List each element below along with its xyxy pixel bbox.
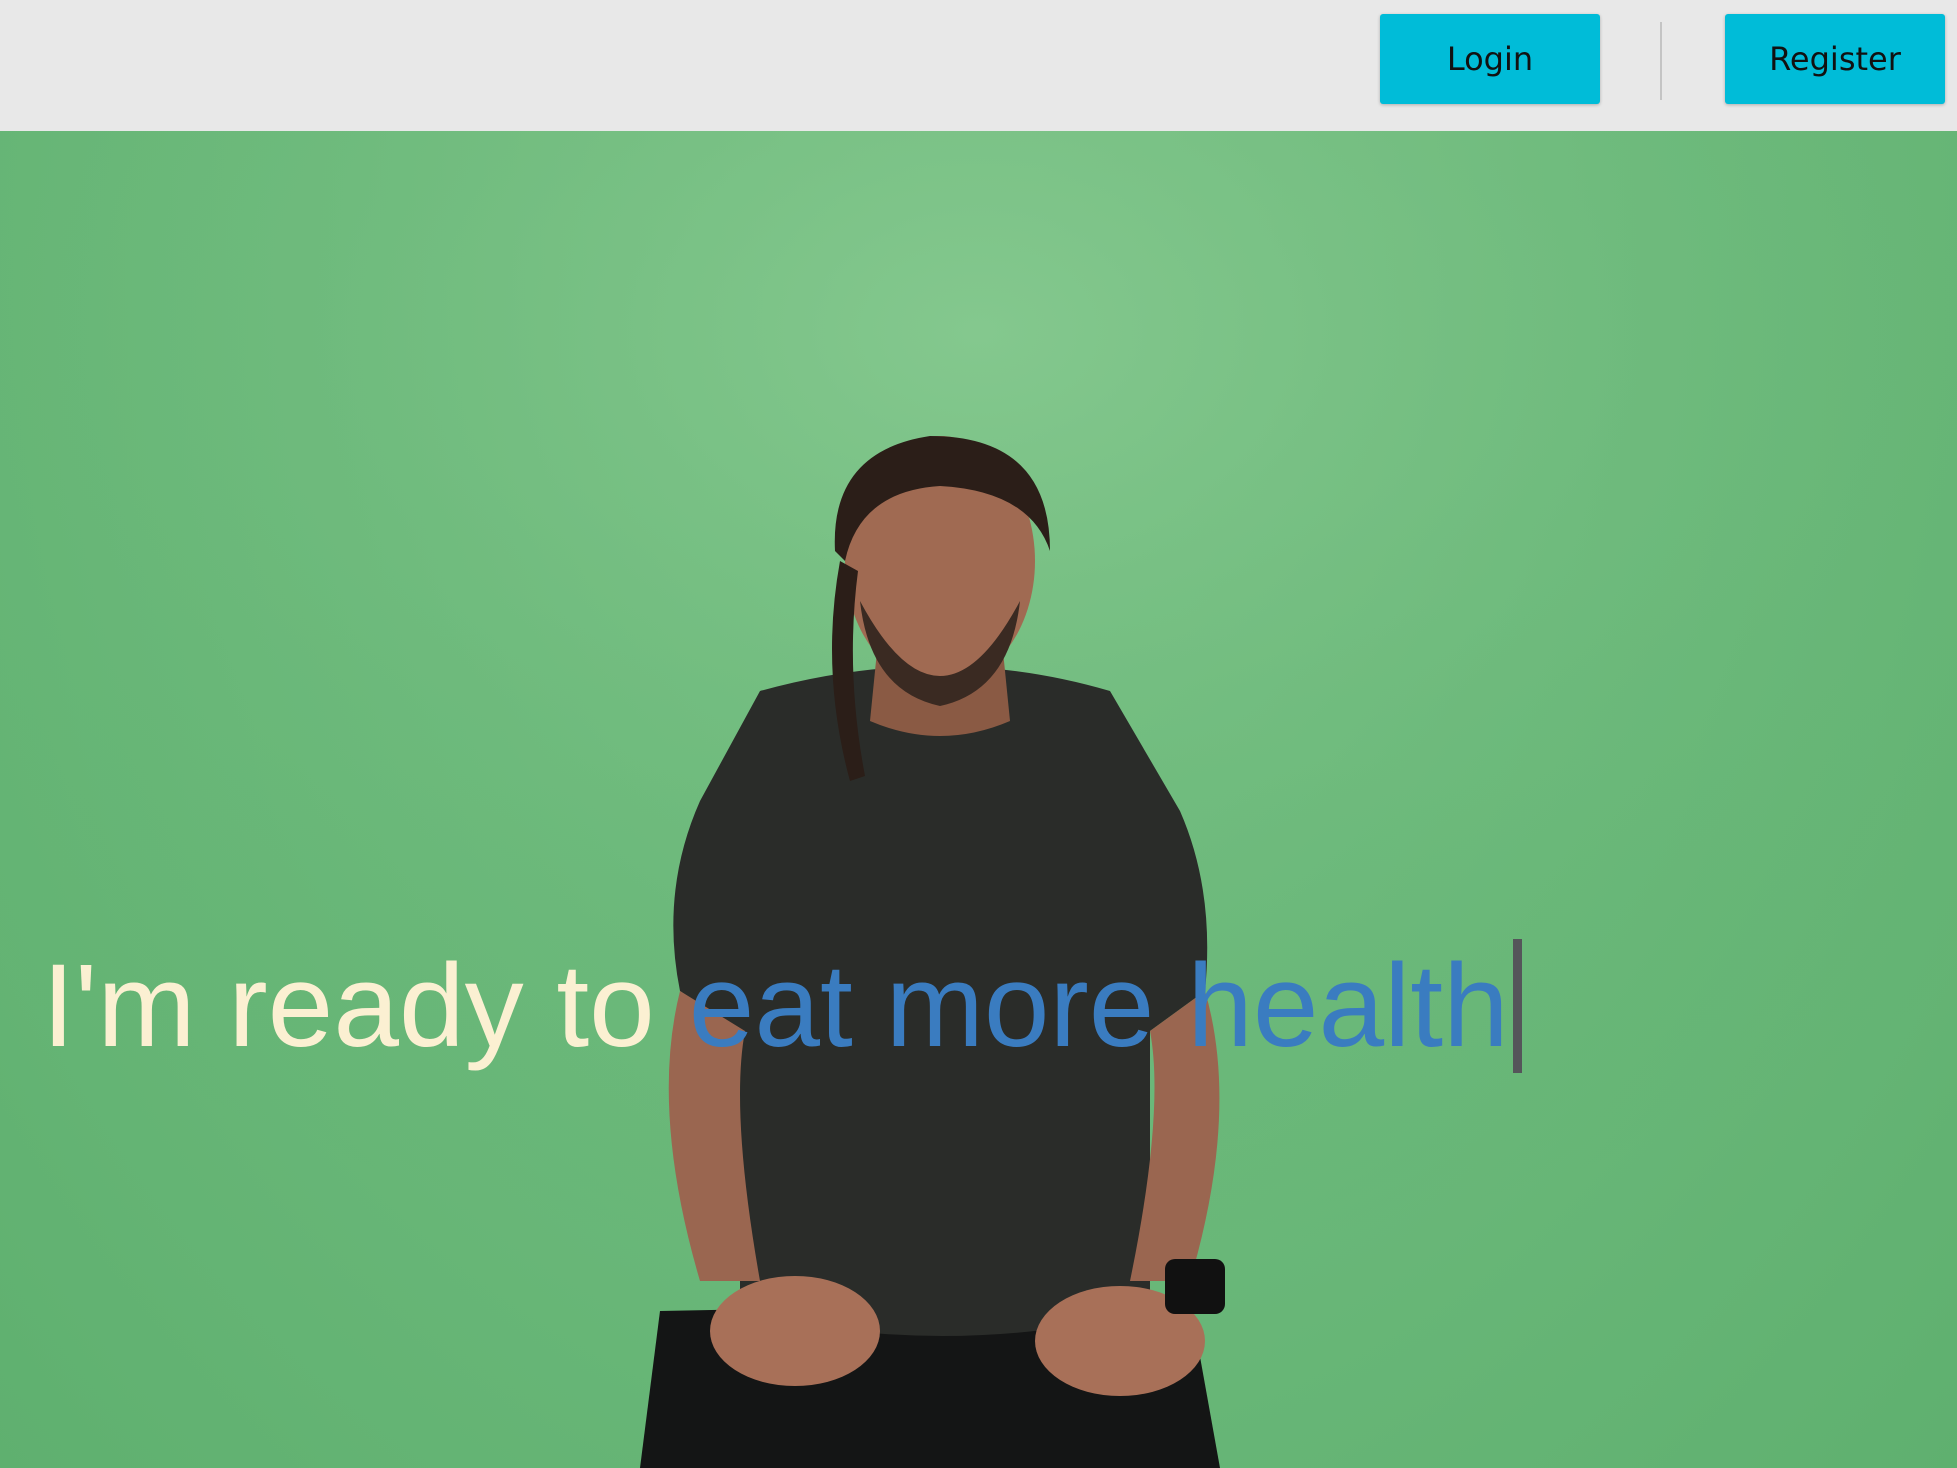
navbar-divider	[1660, 22, 1662, 100]
typed-tagline: I'm ready to eat more health	[42, 939, 1522, 1073]
tagline-typed-text: eat more health	[688, 940, 1509, 1072]
register-button[interactable]: Register	[1725, 14, 1945, 104]
typing-cursor	[1512, 939, 1522, 1073]
tagline-static-text: I'm ready to	[42, 940, 655, 1072]
login-button[interactable]: Login	[1380, 14, 1600, 104]
hero-background-photo	[0, 131, 1957, 1468]
hero-section: I'm ready to eat more health	[0, 131, 1957, 1468]
top-navbar: Login Register	[0, 0, 1957, 131]
